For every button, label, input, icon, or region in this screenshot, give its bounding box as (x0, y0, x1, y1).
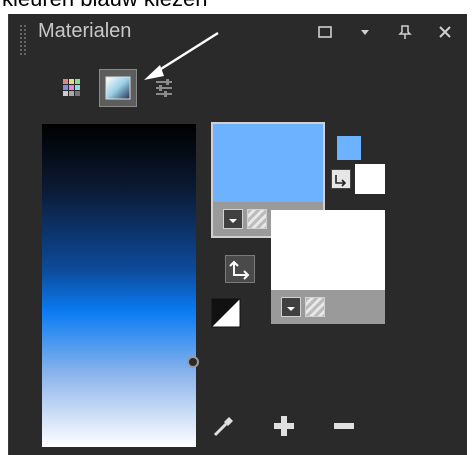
adjust-tab[interactable] (145, 69, 183, 107)
tab-row (53, 69, 183, 107)
minus-icon[interactable] (329, 411, 359, 441)
small-foreground-swatch[interactable] (335, 134, 363, 162)
top-caption: kleuren blauw kiezen (2, 0, 207, 12)
small-background-swatch[interactable] (355, 164, 385, 194)
eyedropper-icon[interactable] (209, 411, 239, 441)
reset-colors-icon[interactable] (209, 296, 243, 330)
small-swap-icon[interactable] (331, 169, 351, 189)
foreground-style-button[interactable] (223, 209, 243, 229)
panel-grip[interactable] (19, 24, 27, 56)
swatches-icon (63, 79, 80, 96)
color-gradient-bar[interactable] (42, 124, 196, 447)
gradient-icon (105, 76, 131, 100)
bottom-toolbar (209, 411, 359, 441)
foreground-texture-button[interactable] (247, 209, 267, 229)
close-icon[interactable] (435, 22, 455, 42)
background-options-strip (271, 290, 385, 324)
panel-title: Materialen (38, 20, 132, 42)
dropdown-arrow-icon[interactable] (355, 22, 375, 42)
gradient-slider-handle[interactable] (187, 356, 199, 368)
maximize-icon[interactable] (315, 22, 335, 42)
background-color-swatch[interactable] (271, 210, 385, 324)
materials-panel: Materialen (8, 14, 467, 455)
background-texture-button[interactable] (305, 297, 325, 317)
background-style-button[interactable] (281, 297, 301, 317)
swap-colors-icon[interactable] (225, 255, 255, 283)
swatches-tab[interactable] (53, 69, 91, 107)
pin-icon[interactable] (395, 22, 415, 42)
sliders-icon (156, 79, 172, 97)
title-toolbar (315, 22, 455, 42)
gradient-tab[interactable] (99, 69, 137, 107)
plus-icon[interactable] (269, 411, 299, 441)
